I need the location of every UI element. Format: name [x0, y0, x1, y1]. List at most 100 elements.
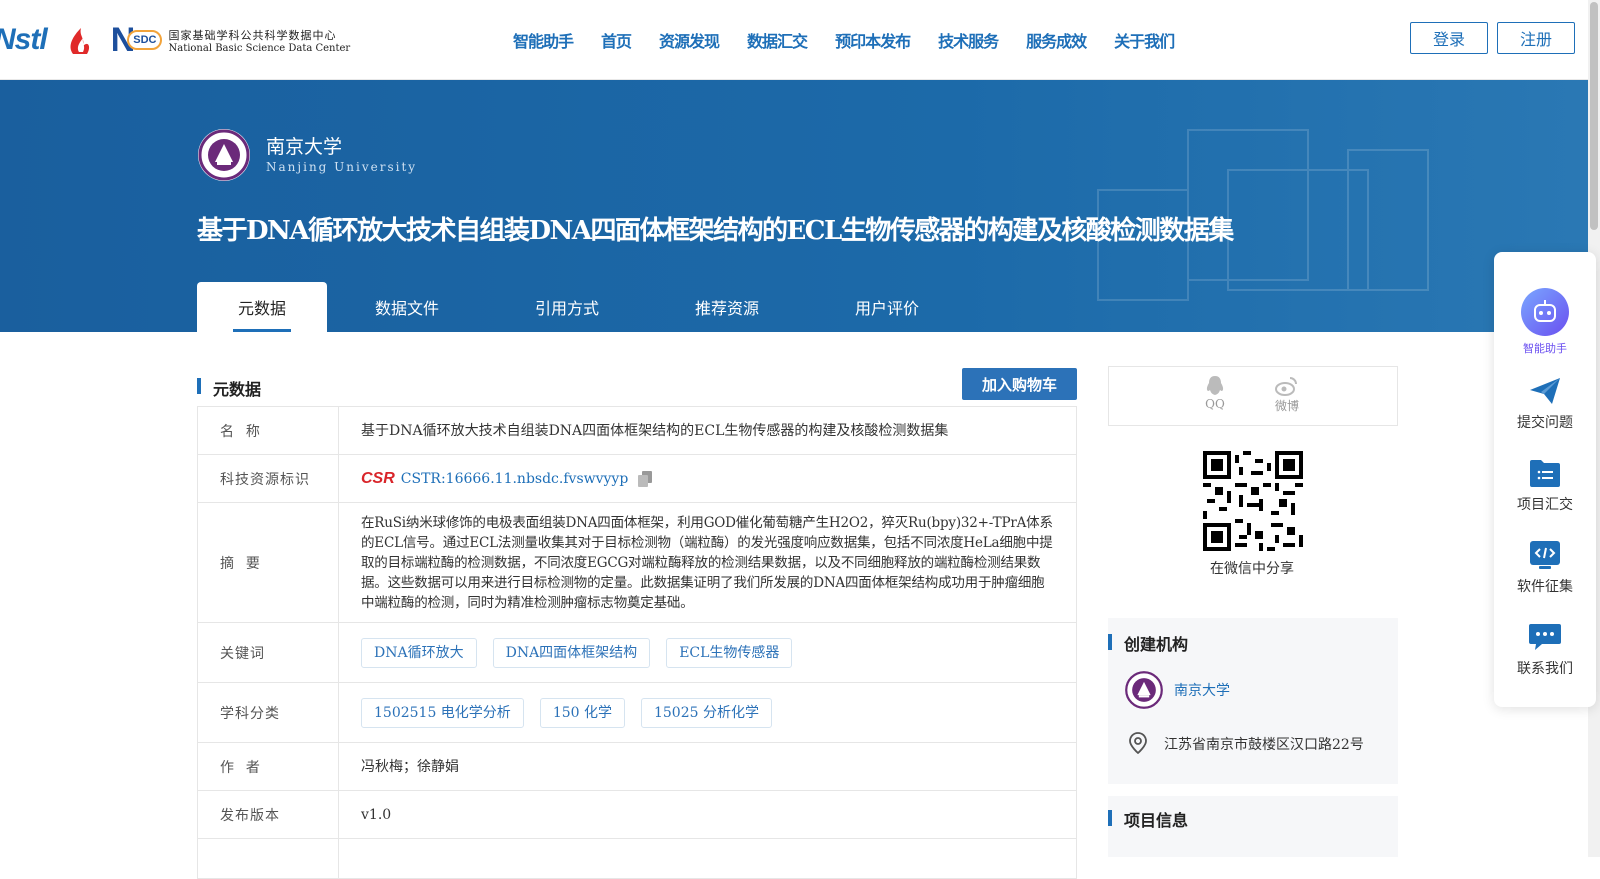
- metadata-section: 元数据 加入购物车 名 称 基于DNA循环放大技术自组装DNA四面体框架结构的E…: [197, 368, 1077, 879]
- nav-data-submission[interactable]: 数据汇交: [747, 28, 808, 52]
- float-software-call[interactable]: 软件征集: [1494, 540, 1596, 596]
- row-value-keywords: DNA循环放大 DNA四面体框架结构 ECL生物传感器: [339, 623, 1076, 682]
- nstl-logo[interactable]: Nstl: [0, 23, 48, 57]
- qq-icon: [1206, 376, 1224, 395]
- location-pin-icon: [1129, 732, 1147, 754]
- detail-tabs: 元数据 数据文件 引用方式 推荐资源 用户评价: [197, 282, 967, 332]
- top-navbar: Nstl N SDC 国家基础学科公共科学数据中心 National Basic…: [0, 0, 1600, 80]
- creator-org-panel: 创建机构 南京大学 江苏省南京市鼓楼区汉口路22号: [1108, 618, 1398, 784]
- float-label: 智能助手: [1523, 342, 1567, 355]
- main-nav: 智能助手 首页 资源发现 数据汇交 预印本发布 技术服务 服务成效 关于我们: [513, 28, 1202, 52]
- share-qq[interactable]: QQ: [1205, 375, 1225, 411]
- cstr-logo: CSR: [361, 469, 395, 487]
- project-info-panel: 项目信息: [1108, 796, 1398, 857]
- subject-tag[interactable]: 1502515 电化学分析: [361, 697, 524, 728]
- keyword-tag[interactable]: DNA循环放大: [361, 637, 477, 668]
- row-value-subject: 1502515 电化学分析 150 化学 15025 分析化学: [339, 683, 1076, 742]
- table-row: 关键词 DNA循环放大 DNA四面体框架结构 ECL生物传感器: [198, 623, 1076, 683]
- tab-metadata[interactable]: 元数据: [197, 282, 327, 332]
- floating-tool-menu: 智能助手 提交问题 项目汇交 软件征集 联系我们: [1494, 252, 1596, 707]
- org-panel-title: 创建机构: [1124, 635, 1189, 654]
- scrollbar-thumb[interactable]: [1590, 2, 1598, 230]
- table-row: [198, 839, 1076, 879]
- share-qq-label: QQ: [1205, 397, 1225, 411]
- table-row: 名 称 基于DNA循环放大技术自组装DNA四面体框架结构的ECL生物传感器的构建…: [198, 407, 1076, 455]
- partner-logos: Nstl N SDC 国家基础学科公共科学数据中心 National Basic…: [0, 18, 350, 62]
- keyword-tag[interactable]: ECL生物传感器: [666, 637, 793, 668]
- table-row: 科技资源标识 CSR CSTR:16666.11.nbsdc.fvswvyyp: [198, 455, 1076, 503]
- float-label: 提交问题: [1517, 415, 1573, 431]
- table-row: 摘 要 在RuSi纳米球修饰的电极表面组装DNA四面体框架，利用GOD催化葡萄糖…: [198, 503, 1076, 623]
- table-row: 发布版本 v1.0: [198, 791, 1076, 839]
- row-label-abstract: 摘 要: [198, 503, 339, 622]
- row-value-name: 基于DNA循环放大技术自组装DNA四面体框架结构的ECL生物传感器的构建及核酸检…: [361, 422, 949, 439]
- chat-bubble-icon: [1529, 624, 1561, 650]
- float-label: 项目汇交: [1517, 497, 1573, 513]
- code-icon: [1530, 541, 1560, 569]
- nanjing-university-logo: [1124, 670, 1164, 710]
- subject-tag[interactable]: 150 化学: [539, 697, 625, 728]
- robot-icon: [1521, 288, 1569, 336]
- nav-about[interactable]: 关于我们: [1114, 28, 1175, 52]
- org-name-link[interactable]: 南京大学: [1174, 680, 1230, 700]
- row-label-name: 名 称: [198, 407, 339, 454]
- section-accent-bar: [1108, 810, 1112, 826]
- row-label-version: 发布版本: [198, 791, 339, 838]
- weibo-icon: [1275, 377, 1297, 396]
- section-title: 元数据: [213, 380, 262, 399]
- paper-plane-icon: [1530, 378, 1560, 404]
- float-ai-assistant[interactable]: 智能助手: [1494, 288, 1596, 356]
- org-address: 江苏省南京市鼓楼区汉口路22号: [1164, 737, 1364, 753]
- nanjing-university-logo: [198, 129, 250, 181]
- project-panel-title: 项目信息: [1124, 811, 1189, 830]
- cstr-link[interactable]: CSTR:16666.11.nbsdc.fvswvyyp: [401, 469, 629, 489]
- metadata-table: 名 称 基于DNA循环放大技术自组装DNA四面体框架结构的ECL生物传感器的构建…: [197, 406, 1077, 879]
- wechat-qr-code: [1203, 451, 1303, 551]
- table-row: 学科分类 1502515 电化学分析 150 化学 15025 分析化学: [198, 683, 1076, 743]
- tab-reviews[interactable]: 用户评价: [807, 282, 967, 332]
- row-label-subject: 学科分类: [198, 683, 339, 742]
- dataset-title: 基于DNA循环放大技术自组装DNA四面体框架结构的ECL生物传感器的构建及核酸检…: [197, 216, 1234, 246]
- nav-resource-discovery[interactable]: 资源发现: [659, 28, 720, 52]
- row-value-authors: 冯秋梅；徐静娟: [361, 758, 459, 775]
- university-name-en: Nanjing University: [266, 160, 418, 174]
- nav-home[interactable]: 首页: [601, 28, 632, 52]
- add-to-cart-button[interactable]: 加入购物车: [962, 368, 1077, 400]
- nsdc-en-name: National Basic Science Data Center: [168, 42, 351, 54]
- folder-list-icon: [1530, 460, 1560, 487]
- login-button[interactable]: 登录: [1410, 22, 1488, 54]
- nav-tech-service[interactable]: 技术服务: [938, 28, 999, 52]
- float-project-submission[interactable]: 项目汇交: [1494, 458, 1596, 514]
- nav-ai-assistant[interactable]: 智能助手: [513, 28, 574, 52]
- share-panel: QQ 微博: [1108, 366, 1398, 426]
- section-accent-bar: [1108, 634, 1112, 650]
- row-value-cstr: CSR CSTR:16666.11.nbsdc.fvswvyyp: [339, 455, 1076, 502]
- red-flame-logo[interactable]: [63, 22, 99, 58]
- wechat-share-label: 在微信中分享: [1210, 561, 1294, 577]
- float-submit-question[interactable]: 提交问题: [1494, 376, 1596, 432]
- row-label-authors: 作 者: [198, 743, 339, 790]
- nav-preprint[interactable]: 预印本发布: [835, 28, 911, 52]
- share-weibo-label: 微博: [1275, 399, 1300, 413]
- float-label: 联系我们: [1517, 661, 1573, 677]
- tab-data-files[interactable]: 数据文件: [327, 282, 487, 332]
- keyword-tag[interactable]: DNA四面体框架结构: [492, 637, 651, 668]
- share-weibo[interactable]: 微博: [1275, 375, 1299, 414]
- row-label-keywords: 关键词: [198, 623, 339, 682]
- nsdc-logo[interactable]: N SDC 国家基础学科公共科学数据中心 National Basic Scie…: [111, 23, 351, 57]
- table-row: 作 者 冯秋梅；徐静娟: [198, 743, 1076, 791]
- university-name: 南京大学: [266, 136, 343, 158]
- row-label-cstr: 科技资源标识: [198, 455, 339, 502]
- row-value-abstract: 在RuSi纳米球修饰的电极表面组装DNA四面体框架，利用GOD催化葡萄糖产生H2…: [361, 514, 1053, 611]
- section-accent-bar: [197, 378, 201, 394]
- copy-icon[interactable]: [638, 470, 653, 487]
- nav-service-results[interactable]: 服务成效: [1026, 28, 1087, 52]
- register-button[interactable]: 注册: [1497, 22, 1575, 54]
- tab-recommended[interactable]: 推荐资源: [647, 282, 807, 332]
- subject-tag[interactable]: 15025 分析化学: [640, 697, 772, 728]
- nsdc-badge: SDC: [127, 30, 163, 50]
- float-contact-us[interactable]: 联系我们: [1494, 622, 1596, 678]
- nsdc-cn-name: 国家基础学科公共科学数据中心: [168, 28, 337, 42]
- tab-citation[interactable]: 引用方式: [487, 282, 647, 332]
- metadata-header: 元数据 加入购物车: [197, 368, 1077, 402]
